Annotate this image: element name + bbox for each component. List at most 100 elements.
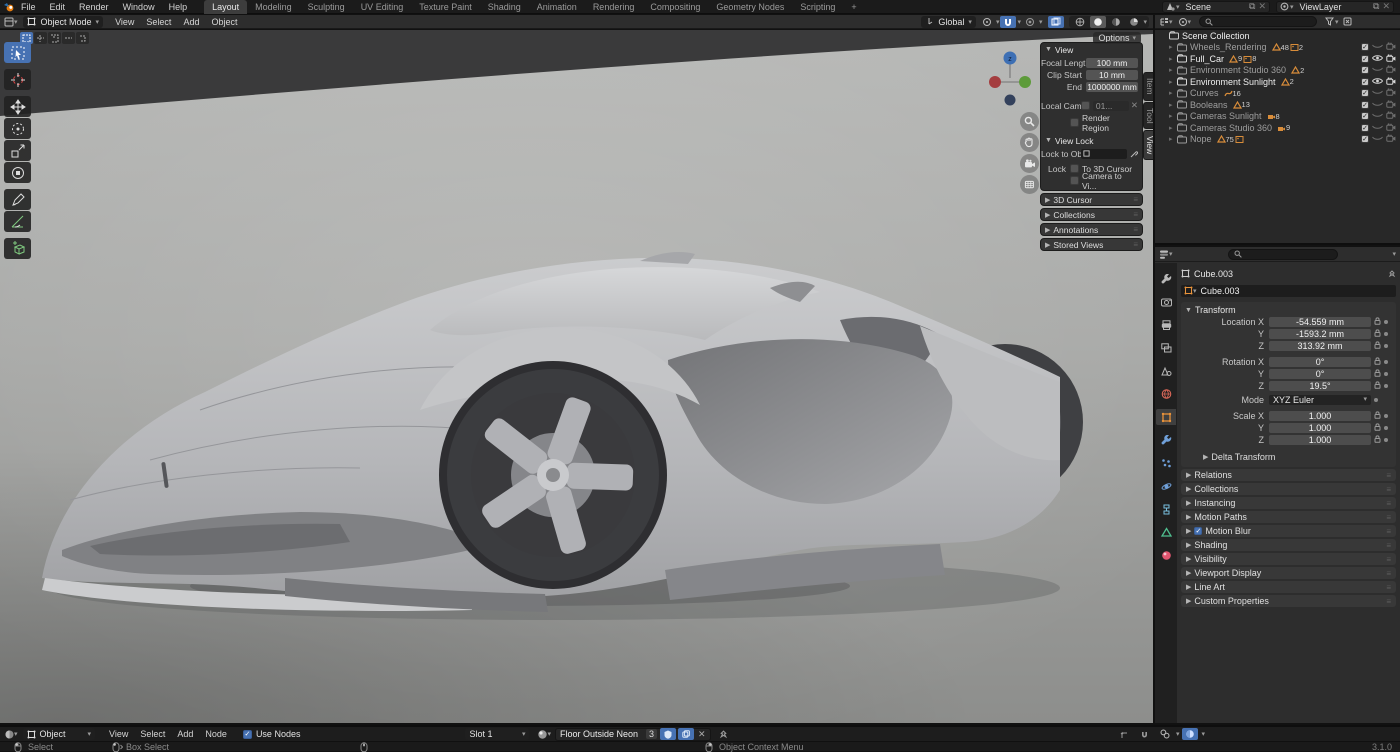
overlay-toggle-button[interactable]	[1157, 728, 1173, 740]
topbar-menu-render[interactable]: Render	[72, 0, 116, 14]
outliner-row[interactable]: ▸Environment Studio 3602✓	[1155, 65, 1400, 77]
shader-menu-add[interactable]: Add	[171, 729, 199, 739]
scene-selector[interactable]: ▾ Scene ⧉ ✕	[1162, 1, 1270, 13]
select-mode-1[interactable]	[34, 32, 47, 44]
viewport-menu-view[interactable]: View	[109, 17, 140, 27]
topbar-menu-edit[interactable]: Edit	[43, 0, 73, 14]
chevron-down-icon[interactable]: ▾	[1392, 250, 1396, 258]
rotation-mode-dropdown[interactable]: XYZ Euler ▾	[1269, 395, 1371, 405]
outliner-row[interactable]: ▸Cameras Studio 3609✓	[1155, 122, 1400, 134]
editor-type-icon[interactable]	[4, 17, 14, 27]
new-viewlayer-icon[interactable]: ⧉	[1373, 1, 1379, 12]
3d-viewport[interactable]: Options ▾ z ▼ View Focal Lengt100 mm Cli…	[0, 30, 1153, 723]
properties-tab-object-data[interactable]	[1156, 524, 1176, 540]
drag-grip-icon[interactable]: ≡	[1133, 210, 1138, 219]
chevron-down-icon[interactable]: ▾	[996, 18, 1000, 26]
select-mode-4[interactable]	[76, 32, 89, 44]
disclosure-icon[interactable]: ▸	[1169, 89, 1177, 97]
exclude-checkbox[interactable]: ✓	[1361, 135, 1369, 143]
lock-icon[interactable]	[1374, 317, 1381, 327]
hide-eye-icon[interactable]	[1372, 100, 1383, 110]
number-field[interactable]: 19.5°	[1269, 381, 1371, 391]
properties-tab-particles[interactable]	[1156, 455, 1176, 471]
properties-tab-physics[interactable]	[1156, 478, 1176, 494]
lock-icon[interactable]	[1374, 357, 1381, 367]
slot-dropdown[interactable]: Slot 1 ▾	[465, 728, 529, 740]
pin-icon[interactable]	[1388, 270, 1396, 278]
disclosure-icon[interactable]: ▸	[1169, 78, 1177, 86]
exclude-checkbox[interactable]: ✓	[1361, 78, 1369, 86]
shader-menu-node[interactable]: Node	[199, 729, 233, 739]
number-field[interactable]: 1.000	[1269, 435, 1371, 445]
lock-to-object-field[interactable]	[1081, 149, 1127, 159]
material-name-field[interactable]: Floor Outside Neon 3 ✕	[555, 728, 711, 741]
delta-transform-header[interactable]: ▶ Delta Transform	[1183, 451, 1394, 463]
drag-grip-icon[interactable]: ≡	[1386, 485, 1391, 494]
shading-rendered-button[interactable]	[1126, 16, 1142, 28]
camera-view-control[interactable]	[1020, 154, 1039, 173]
hide-eye-icon[interactable]	[1372, 54, 1383, 64]
chevron-down-icon[interactable]: ▾	[1143, 18, 1147, 26]
chevron-down-icon[interactable]: ▾	[1017, 18, 1021, 26]
view-lock-header[interactable]: ▼ View Lock	[1041, 134, 1142, 147]
camera-to-view-checkbox[interactable]	[1070, 176, 1079, 185]
lock-icon[interactable]	[1374, 411, 1381, 421]
workspace-tab-geometry-nodes[interactable]: Geometry Nodes	[708, 0, 792, 14]
disclosure-icon[interactable]: ▸	[1169, 124, 1177, 132]
lock-icon[interactable]	[1374, 329, 1381, 339]
properties-search-input[interactable]	[1228, 249, 1338, 260]
tool-annotate[interactable]	[4, 189, 31, 210]
zoom-control[interactable]	[1020, 112, 1039, 131]
number-field[interactable]: 1.000	[1269, 411, 1371, 421]
disclosure-icon[interactable]: ▸	[1169, 66, 1177, 74]
mode-dropdown[interactable]: Object Mode ▾	[23, 16, 104, 28]
properties-tab-object[interactable]	[1156, 409, 1176, 425]
workspace-tab-sculpting[interactable]: Sculpting	[300, 0, 353, 14]
properties-editor-icon[interactable]	[1159, 249, 1169, 259]
fake-user-button[interactable]	[660, 728, 676, 740]
exclude-checkbox[interactable]: ✓	[1361, 112, 1369, 120]
disclosure-icon[interactable]: ▸	[1169, 101, 1177, 109]
disclosure-icon[interactable]: ▸	[1169, 112, 1177, 120]
drag-grip-icon[interactable]: ≡	[1386, 555, 1391, 564]
properties-panel-visibility[interactable]: ▶Visibility≡	[1181, 553, 1396, 565]
disable-render-icon[interactable]	[1386, 88, 1396, 98]
unlink-material-icon[interactable]: ✕	[698, 729, 706, 740]
local-camera-field[interactable]: 01...	[1093, 101, 1129, 111]
chevron-down-icon[interactable]: ▾	[1039, 18, 1043, 26]
hide-eye-icon[interactable]	[1372, 77, 1383, 87]
properties-tab-view-layer[interactable]	[1156, 340, 1176, 356]
disable-render-icon[interactable]	[1386, 77, 1396, 87]
shader-menu-view[interactable]: View	[103, 729, 134, 739]
properties-tab-render[interactable]	[1156, 294, 1176, 310]
properties-tab-output[interactable]	[1156, 317, 1176, 333]
view-panel-header[interactable]: ▼ View	[1041, 43, 1142, 56]
select-mode-3[interactable]	[62, 32, 75, 44]
select-mode-2[interactable]	[48, 32, 61, 44]
drag-grip-icon[interactable]: ≡	[1386, 499, 1391, 508]
npanel-tab-tool[interactable]: Tool	[1143, 102, 1153, 130]
animate-dot[interactable]	[1384, 426, 1388, 430]
drag-grip-icon[interactable]: ≡	[1133, 225, 1138, 234]
drag-grip-icon[interactable]: ≡	[1386, 597, 1391, 606]
shader-type-dropdown[interactable]: Object ▾	[23, 728, 96, 740]
new-scene-icon[interactable]: ⧉	[1249, 1, 1255, 12]
drag-grip-icon[interactable]: ≡	[1386, 513, 1391, 522]
copy-material-button[interactable]	[678, 728, 694, 740]
disable-render-icon[interactable]	[1386, 111, 1396, 121]
parent-node-button[interactable]	[1117, 728, 1133, 740]
tool-select-box[interactable]	[4, 42, 31, 63]
proportional-edit-button[interactable]	[1022, 16, 1038, 28]
exclude-checkbox[interactable]: ✓	[1361, 101, 1369, 109]
number-field[interactable]: -54.559 mm	[1269, 317, 1371, 327]
clip-end-field[interactable]: 1000000 mm	[1086, 82, 1138, 92]
drag-grip-icon[interactable]: ≡	[1133, 195, 1138, 204]
drag-grip-icon[interactable]: ≡	[1386, 471, 1391, 480]
disable-render-icon[interactable]	[1386, 123, 1396, 133]
focal-length-field[interactable]: 100 mm	[1086, 58, 1138, 68]
shader-menu-select[interactable]: Select	[134, 729, 171, 739]
navigation-gizmo[interactable]: z	[987, 48, 1033, 108]
disclosure-icon[interactable]: ▸	[1169, 135, 1177, 143]
blender-logo-icon[interactable]	[4, 2, 14, 12]
object-name-field[interactable]: ▾ Cube.003	[1181, 285, 1396, 297]
